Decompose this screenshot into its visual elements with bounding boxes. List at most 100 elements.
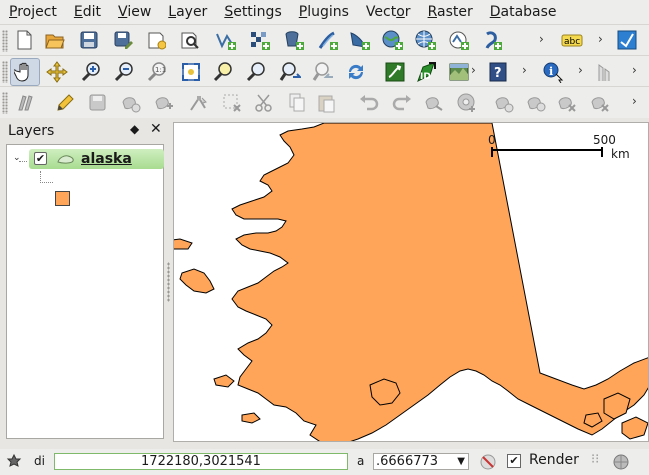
toolbar-extension-chevron[interactable]: › — [471, 63, 476, 77]
toolbar-extension-chevron[interactable]: › — [539, 32, 544, 46]
close-panel-icon[interactable]: ✕ — [150, 121, 162, 137]
copy-features-button[interactable] — [283, 90, 309, 114]
reshape-features-button[interactable] — [586, 90, 612, 114]
zoom-native-button[interactable]: 1:1 — [144, 59, 170, 83]
zoom-in-button[interactable] — [78, 59, 104, 83]
menu-plugins[interactable]: Plugins — [290, 1, 357, 23]
file-toolbar: › abc › — [0, 24, 649, 56]
crs-status-icon[interactable]: ⁝⁝ — [591, 452, 599, 467]
toolbar-extension-chevron[interactable]: › — [578, 63, 583, 77]
save-as-button[interactable] — [110, 28, 136, 52]
toggle-editing-button[interactable] — [50, 90, 76, 114]
delete-selected-button[interactable] — [218, 90, 244, 114]
zoom-last-button[interactable] — [276, 59, 302, 83]
grass-tools-button[interactable] — [381, 59, 407, 83]
svg-text:ID: ID — [420, 72, 431, 82]
menu-edit[interactable]: Edit — [65, 1, 109, 23]
add-part-button[interactable] — [490, 90, 516, 114]
current-edits-button[interactable] — [12, 90, 38, 114]
toolbar-extension-chevron[interactable]: › — [632, 94, 637, 108]
toolbar-grip[interactable] — [2, 61, 8, 83]
new-temp-layer-button[interactable] — [478, 28, 504, 52]
scale-start-label: 0 — [488, 133, 496, 147]
new-shapefile-button[interactable] — [445, 28, 471, 52]
projection-globe-icon[interactable] — [612, 453, 630, 471]
coordinate-label: di — [34, 454, 45, 468]
float-panel-icon[interactable]: ◆ — [130, 122, 139, 136]
render-checkbox[interactable]: ✔ — [507, 454, 521, 468]
new-project-button[interactable] — [11, 28, 37, 52]
tree-connector — [19, 161, 27, 162]
move-feature-button[interactable] — [150, 90, 176, 114]
layer-visibility-checkbox[interactable]: ✔ — [34, 152, 47, 165]
refresh-button[interactable] — [342, 59, 368, 83]
new-print-composer-button[interactable] — [143, 28, 169, 52]
cut-features-button[interactable] — [250, 90, 276, 114]
undo-button[interactable] — [355, 90, 381, 114]
menu-raster[interactable]: Raster — [419, 1, 481, 23]
zoom-to-layer-button[interactable] — [210, 59, 236, 83]
toolbar-grip[interactable] — [2, 92, 8, 114]
scale-combobox[interactable]: .6666773 ▼ — [373, 453, 469, 470]
toolbar-extension-chevron[interactable]: › — [632, 63, 637, 77]
add-ring-button[interactable] — [453, 90, 479, 114]
zoom-out-button[interactable] — [111, 59, 137, 83]
add-spatialite-layer-button[interactable] — [314, 28, 340, 52]
help-button[interactable]: ? — [484, 59, 510, 83]
menu-settings[interactable]: Settings — [215, 1, 289, 23]
chevron-down-icon: ▼ — [457, 456, 465, 467]
add-postgis-layer-button[interactable] — [280, 28, 306, 52]
panel-splitter-handle[interactable] — [167, 262, 170, 302]
save-project-button[interactable] — [76, 28, 102, 52]
scale-label: a — [357, 454, 365, 468]
layer-item-alaska[interactable]: ✔ alaska — [29, 149, 164, 169]
add-mssql-layer-button[interactable] — [346, 28, 372, 52]
add-wfs-layer-button[interactable] — [412, 28, 438, 52]
add-vector-layer-button[interactable] — [212, 28, 238, 52]
zoom-full-button[interactable] — [177, 59, 203, 83]
save-layer-edits-button[interactable] — [84, 90, 110, 114]
menu-project[interactable]: Project — [0, 1, 65, 23]
add-wms-layer-button[interactable] — [379, 28, 405, 52]
coordinate-field[interactable]: 1722180,3021541 — [54, 453, 348, 470]
toolbar-grip[interactable] — [2, 30, 8, 52]
delete-part-button[interactable] — [553, 90, 579, 114]
svg-text:i: i — [549, 65, 553, 78]
composer-manager-button[interactable] — [176, 28, 202, 52]
layer-tree[interactable]: ⌄ ✔ alaska — [6, 144, 164, 439]
menu-vector[interactable]: Vector — [357, 1, 419, 23]
layer-symbol-swatch[interactable] — [55, 191, 70, 206]
paste-features-button[interactable] — [313, 90, 339, 114]
delete-ring-button[interactable] — [522, 90, 548, 114]
open-project-button[interactable] — [42, 28, 68, 52]
label-tool-button[interactable]: abc — [556, 28, 583, 52]
pan-to-selection-button[interactable] — [43, 59, 69, 83]
polygon-layer-icon — [57, 155, 74, 164]
menu-database[interactable]: Database — [481, 1, 565, 23]
edit-label-button[interactable] — [614, 28, 640, 52]
render-label: Render — [529, 452, 579, 468]
identify-button[interactable]: i — [538, 59, 564, 83]
zoom-next-button[interactable] — [309, 59, 335, 83]
simplify-feature-button[interactable] — [420, 90, 446, 114]
openlayers-button[interactable]: ID — [412, 59, 438, 83]
add-raster-layer-button[interactable] — [246, 28, 272, 52]
redo-button[interactable] — [388, 90, 414, 114]
add-feature-button[interactable] — [117, 90, 143, 114]
map-navigation-toolbar: 1:1 ID › ? › i › › — [0, 55, 649, 87]
tree-connector — [40, 171, 53, 183]
node-tool-button[interactable] — [184, 90, 210, 114]
georeferencer-button[interactable] — [445, 59, 471, 83]
pan-button[interactable] — [10, 58, 40, 86]
menu-view[interactable]: View — [109, 1, 159, 23]
toolbar-extension-chevron[interactable]: › — [522, 63, 527, 77]
stop-render-icon[interactable] — [479, 453, 497, 471]
toolbar-extension-chevron[interactable]: › — [598, 32, 603, 46]
alaska-mainland — [231, 123, 648, 441]
measure-button[interactable] — [592, 59, 618, 83]
map-canvas[interactable]: 0 500 km — [173, 122, 649, 442]
messages-icon[interactable] — [5, 453, 23, 471]
menu-bar: Project Edit View Layer Settings Plugins Vecto… — [0, 0, 649, 24]
menu-layer[interactable]: Layer — [159, 1, 215, 23]
zoom-to-selection-button[interactable] — [243, 59, 269, 83]
